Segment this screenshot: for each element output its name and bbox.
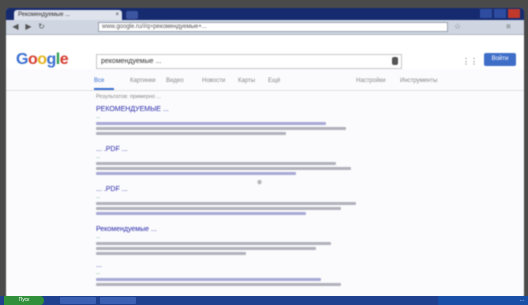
- logo-letter: o: [27, 51, 38, 68]
- tab-all[interactable]: Все: [94, 78, 104, 84]
- tab-video[interactable]: Видео: [166, 78, 184, 84]
- pointer-cursor-icon: ⊗: [257, 180, 263, 186]
- window-close-button[interactable]: [508, 9, 520, 18]
- window-controls: [480, 9, 520, 19]
- address-bar[interactable]: www.google.ru/#q=рекомендуемые+...: [98, 22, 448, 32]
- tab-maps[interactable]: Карты: [238, 78, 255, 84]
- result-snippet-line: [96, 202, 356, 205]
- title-bar: Рекомендуемые ... ×: [6, 8, 524, 20]
- result-snippet-line: [96, 127, 346, 130]
- search-result: ... .PDF ... ...: [96, 146, 366, 175]
- result-snippet-line: [96, 242, 331, 245]
- result-title[interactable]: ... .PDF ...: [96, 186, 366, 193]
- forward-arrow-icon[interactable]: ▶: [23, 22, 34, 32]
- microphone-icon[interactable]: [392, 57, 398, 65]
- result-snippet-line: [96, 122, 326, 125]
- taskbar-item[interactable]: [60, 297, 96, 304]
- tab-tools[interactable]: Инструменты: [400, 78, 437, 84]
- google-logo[interactable]: Google: [16, 51, 69, 69]
- active-tab-indicator: [94, 88, 114, 90]
- search-input[interactable]: рекомендуемые ...: [96, 54, 402, 69]
- taskbar-item[interactable]: [100, 297, 136, 304]
- search-result: Рекомендуемые ... ...: [96, 226, 366, 255]
- tab-settings[interactable]: Настройки: [356, 78, 385, 84]
- search-result: ... ...: [96, 262, 366, 286]
- browser-toolbar: ◀ ▶ ↻ www.google.ru/#q=рекомендуемые+...…: [6, 20, 524, 35]
- logo-letter: G: [16, 51, 28, 68]
- tab-news[interactable]: Новости: [202, 78, 225, 84]
- back-arrow-icon[interactable]: ◀: [10, 22, 21, 32]
- google-header: Google рекомендуемые ... ⋮⋮ Войти: [6, 35, 524, 69]
- reload-icon[interactable]: ↻: [36, 22, 47, 32]
- result-title[interactable]: ...: [96, 262, 366, 269]
- result-snippet-line: [96, 172, 296, 175]
- start-button[interactable]: Пуск: [4, 296, 44, 305]
- result-title[interactable]: Рекомендуемые ...: [96, 226, 366, 233]
- new-tab-button[interactable]: [126, 11, 138, 19]
- logo-letter: e: [59, 51, 69, 68]
- browser-tab[interactable]: Рекомендуемые ... ×: [14, 10, 122, 20]
- logo-letter: g: [46, 51, 57, 68]
- tab-images[interactable]: Картинки: [130, 78, 155, 84]
- result-url: ...: [96, 194, 101, 200]
- os-taskbar: Пуск ...: [0, 296, 528, 305]
- tab-more[interactable]: Ещё: [268, 78, 280, 84]
- search-result: РЕКОМЕНДУЕМЫЕ ... ...: [96, 106, 366, 135]
- result-stats: Результатов: примерно ...: [96, 94, 162, 100]
- search-result: ... .PDF ... ...: [96, 186, 366, 215]
- result-title[interactable]: ... .PDF ...: [96, 146, 366, 153]
- result-snippet-line: [96, 162, 336, 165]
- apps-grid-icon[interactable]: ⋮⋮: [462, 57, 478, 66]
- result-url: ...: [96, 234, 101, 240]
- result-url: ...: [96, 154, 101, 160]
- result-snippet-line: [96, 207, 341, 210]
- address-text: www.google.ru/#q=рекомендуемые+...: [102, 24, 207, 30]
- sign-in-button[interactable]: Войти: [484, 53, 516, 66]
- maximize-button[interactable]: [494, 9, 506, 18]
- minimize-button[interactable]: [480, 9, 492, 18]
- result-snippet-line: [96, 212, 306, 215]
- logo-letter: o: [37, 51, 47, 68]
- close-icon[interactable]: ×: [115, 10, 119, 20]
- result-title[interactable]: РЕКОМЕНДУЕМЫЕ ...: [96, 106, 366, 113]
- wrench-icon[interactable]: ≡: [506, 22, 511, 31]
- system-tray: ...: [438, 296, 528, 305]
- result-url: ...: [96, 114, 101, 120]
- search-query: рекомендуемые ...: [101, 58, 162, 65]
- result-snippet-line: [96, 283, 341, 286]
- result-snippet-line: [96, 247, 316, 250]
- result-snippet-line: [96, 278, 321, 281]
- tab-title: Рекомендуемые ...: [18, 12, 71, 18]
- result-snippet-line: [96, 252, 246, 255]
- star-icon[interactable]: ☆: [454, 22, 461, 31]
- browser-window: Рекомендуемые ... × ◀ ▶ ↻ www.google.ru/…: [6, 8, 524, 298]
- result-snippet-line: [96, 132, 286, 135]
- clock: ...: [519, 297, 524, 303]
- search-tabs: Все Картинки Видео Новости Карты Ещё Нас…: [6, 78, 524, 91]
- result-snippet-line: [96, 167, 351, 170]
- result-url: ...: [96, 270, 101, 276]
